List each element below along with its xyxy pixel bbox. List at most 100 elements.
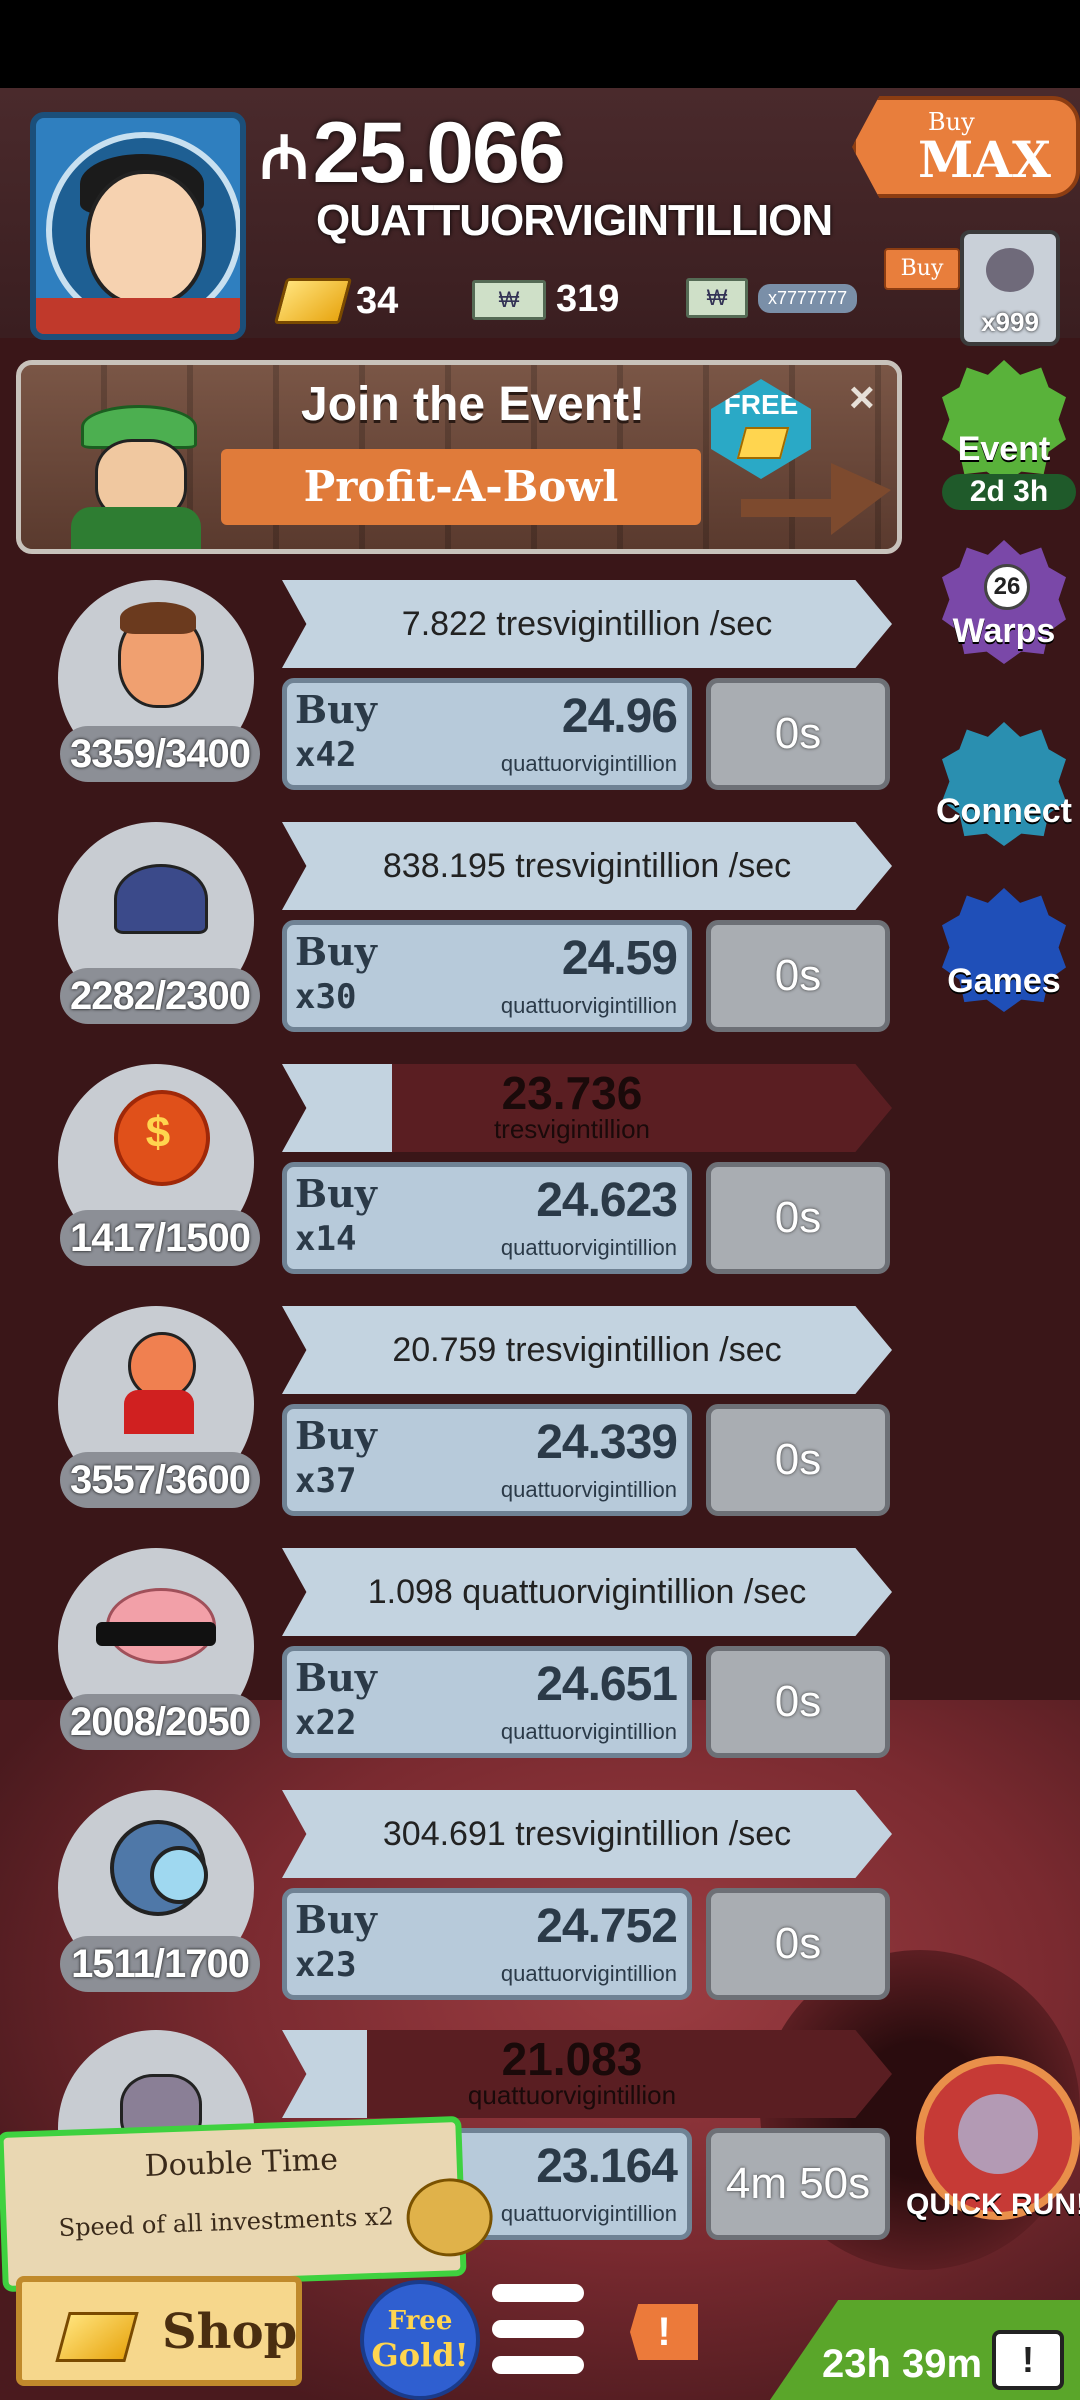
connect-button[interactable]: Connect — [936, 722, 1072, 846]
alien-queen-icon — [110, 1324, 206, 1434]
double-time-title: Double Time — [144, 2142, 339, 2185]
free-gold-button[interactable]: Free Gold! — [360, 2280, 480, 2400]
gold-gem-icon — [736, 427, 790, 459]
avatar-suit — [36, 298, 240, 334]
event-character — [61, 395, 211, 549]
player-avatar[interactable] — [30, 112, 246, 340]
buy-label: Buy — [295, 1171, 377, 1216]
free-gold-line1: Free — [387, 2306, 453, 2336]
business-row[interactable]: $ 1417/1500 23.736 tresvigintillion Buy … — [0, 1064, 900, 1294]
event-label: Event — [957, 430, 1051, 468]
double-time-banner[interactable]: Double Time Speed of all investments x2 — [0, 2115, 494, 2293]
gold-count: 34 — [356, 279, 399, 322]
megabucks-small-icon: ₩ — [686, 278, 748, 318]
business-row[interactable]: 3359/3400 7.822 tresvigintillion /sec Bu… — [0, 580, 900, 810]
buy-label: Buy — [295, 1413, 377, 1458]
close-icon[interactable]: × — [849, 373, 875, 423]
buy-mini-label[interactable]: Buy — [884, 248, 960, 290]
business-row[interactable]: 2282/2300 838.195 tresvigintillion /sec … — [0, 822, 900, 1052]
cycle-timer: 0s — [706, 1646, 890, 1758]
buy-label: Buy — [295, 929, 377, 974]
cycle-timer: 4m 50s — [706, 2128, 890, 2240]
buy-button[interactable]: Buy x23 24.752 quattuorvigintillion — [282, 1888, 692, 2000]
buy-cost: 24.752 — [536, 1900, 678, 1953]
buy-max-big: MAX — [918, 130, 1051, 189]
buy-cost-unit: quattuorvigintillion — [500, 1961, 677, 1986]
business-rate: 7.822 tresvigintillion /sec — [282, 580, 892, 668]
quick-run-label: QUICK RUN! — [906, 2188, 1080, 2221]
money-value: 25.066 — [312, 105, 566, 201]
double-time-desc: Speed of all investments x2 — [58, 2202, 395, 2243]
business-rate: 1.098 quattuorvigintillion /sec — [282, 1548, 892, 1636]
tv-icon: ! — [992, 2330, 1064, 2390]
buy-quantity: x42 — [295, 735, 357, 775]
buy-cost: 24.623 — [536, 1174, 678, 1227]
buy-button[interactable]: Buy x37 24.339 quattuorvigintillion — [282, 1404, 692, 1516]
buy-cost: 23.164 — [536, 2140, 678, 2193]
cycle-timer: 0s — [706, 1162, 890, 1274]
shop-label: Shop — [162, 2304, 298, 2360]
business-progress: 21.083 quattuorvigintillion — [282, 2030, 892, 2118]
currency-symbol: ₼ — [260, 124, 309, 191]
status-bar — [0, 0, 1080, 88]
business-row[interactable]: 2008/2050 1.098 quattuorvigintillion /se… — [0, 1548, 900, 1778]
business-count: 1417/1500 — [60, 1210, 260, 1266]
buy-label: Buy — [295, 687, 377, 732]
buy-cost-unit: quattuorvigintillion — [500, 1235, 677, 1260]
money-display: ₼ 25.066 — [260, 105, 566, 201]
cycle-timer: 0s — [706, 678, 890, 790]
business-count: 3557/3600 — [60, 1452, 260, 1508]
buy-button[interactable]: Buy x30 24.59 quattuorvigintillion — [282, 920, 692, 1032]
business-row[interactable]: 3557/3600 20.759 tresvigintillion /sec B… — [0, 1306, 900, 1536]
character-body — [71, 507, 201, 549]
avatar-face — [86, 170, 206, 306]
alert-button[interactable]: ! — [630, 2304, 698, 2360]
business-rate: 20.759 tresvigintillion /sec — [282, 1306, 892, 1394]
progress-value: 21.083 — [501, 2033, 643, 2085]
buy-quantity: x30 — [295, 977, 357, 1017]
warps-button[interactable]: 26 Warps — [942, 540, 1066, 664]
buy-cost: 24.339 — [536, 1416, 678, 1469]
buy-cost-unit: quattuorvigintillion — [500, 993, 677, 1018]
event-title: Join the Event! — [301, 378, 646, 431]
business-rate: 838.195 tresvigintillion /sec — [282, 822, 892, 910]
buy-cost-unit: quattuorvigintillion — [500, 1477, 677, 1502]
megabucks-counter: ₩ 319 — [472, 278, 619, 321]
buy-button[interactable]: Buy x14 24.623 quattuorvigintillion — [282, 1162, 692, 1274]
business-rate: 304.691 tresvigintillion /sec — [282, 1790, 892, 1878]
cycle-timer: 0s — [706, 920, 890, 1032]
tv-timer: 23h 39m — [822, 2342, 983, 2386]
event-button[interactable]: Event — [942, 360, 1066, 484]
buy-button[interactable]: Buy x22 24.651 quattuorvigintillion — [282, 1646, 692, 1758]
shop-button[interactable]: Shop — [16, 2276, 302, 2386]
progress-unit: quattuorvigintillion — [467, 2080, 677, 2110]
business-count: 1511/1700 — [60, 1936, 260, 1992]
business-progress: 23.736 tresvigintillion — [282, 1064, 892, 1152]
event-subtitle: Profit-A-Bowl — [221, 449, 701, 525]
dollar-sun-icon: $ — [110, 1082, 210, 1192]
spider-manager-button[interactable]: x999 — [960, 230, 1060, 346]
business-row[interactable]: 1511/1700 304.691 tresvigintillion /sec … — [0, 1790, 900, 2020]
robot-eye-icon — [110, 1808, 208, 1918]
games-button[interactable]: Games — [942, 888, 1066, 1012]
free-gold-line2: Gold! — [371, 2336, 469, 2374]
megabucks-count: 319 — [556, 278, 620, 320]
event-timer: 2d 3h — [942, 474, 1076, 510]
buy-cost-unit: quattuorvigintillion — [500, 751, 677, 776]
buy-quantity: x14 — [295, 1219, 357, 1259]
buy-button[interactable]: Buy x42 24.96 quattuorvigintillion — [282, 678, 692, 790]
buy-max-button[interactable]: Buy MAX — [852, 96, 1080, 198]
progress-unit: tresvigintillion — [493, 1114, 651, 1144]
gold-bar-icon — [273, 278, 353, 324]
connect-label: Connect — [936, 792, 1072, 830]
hamburger-menu-icon[interactable] — [488, 2282, 588, 2378]
buy-label: Buy — [295, 1897, 377, 1942]
multiplier-value: x7777777 — [758, 283, 858, 313]
warps-count: 26 — [984, 564, 1030, 610]
progress-value: 23.736 — [501, 1067, 643, 1119]
event-banner[interactable]: Join the Event! Profit-A-Bowl FREE × — [16, 360, 902, 554]
money-unit: QUATTUORVIGINTILLION — [316, 196, 833, 245]
megabucks-icon: ₩ — [472, 279, 546, 320]
buy-quantity: x23 — [295, 1945, 357, 1985]
games-label: Games — [947, 962, 1061, 1000]
